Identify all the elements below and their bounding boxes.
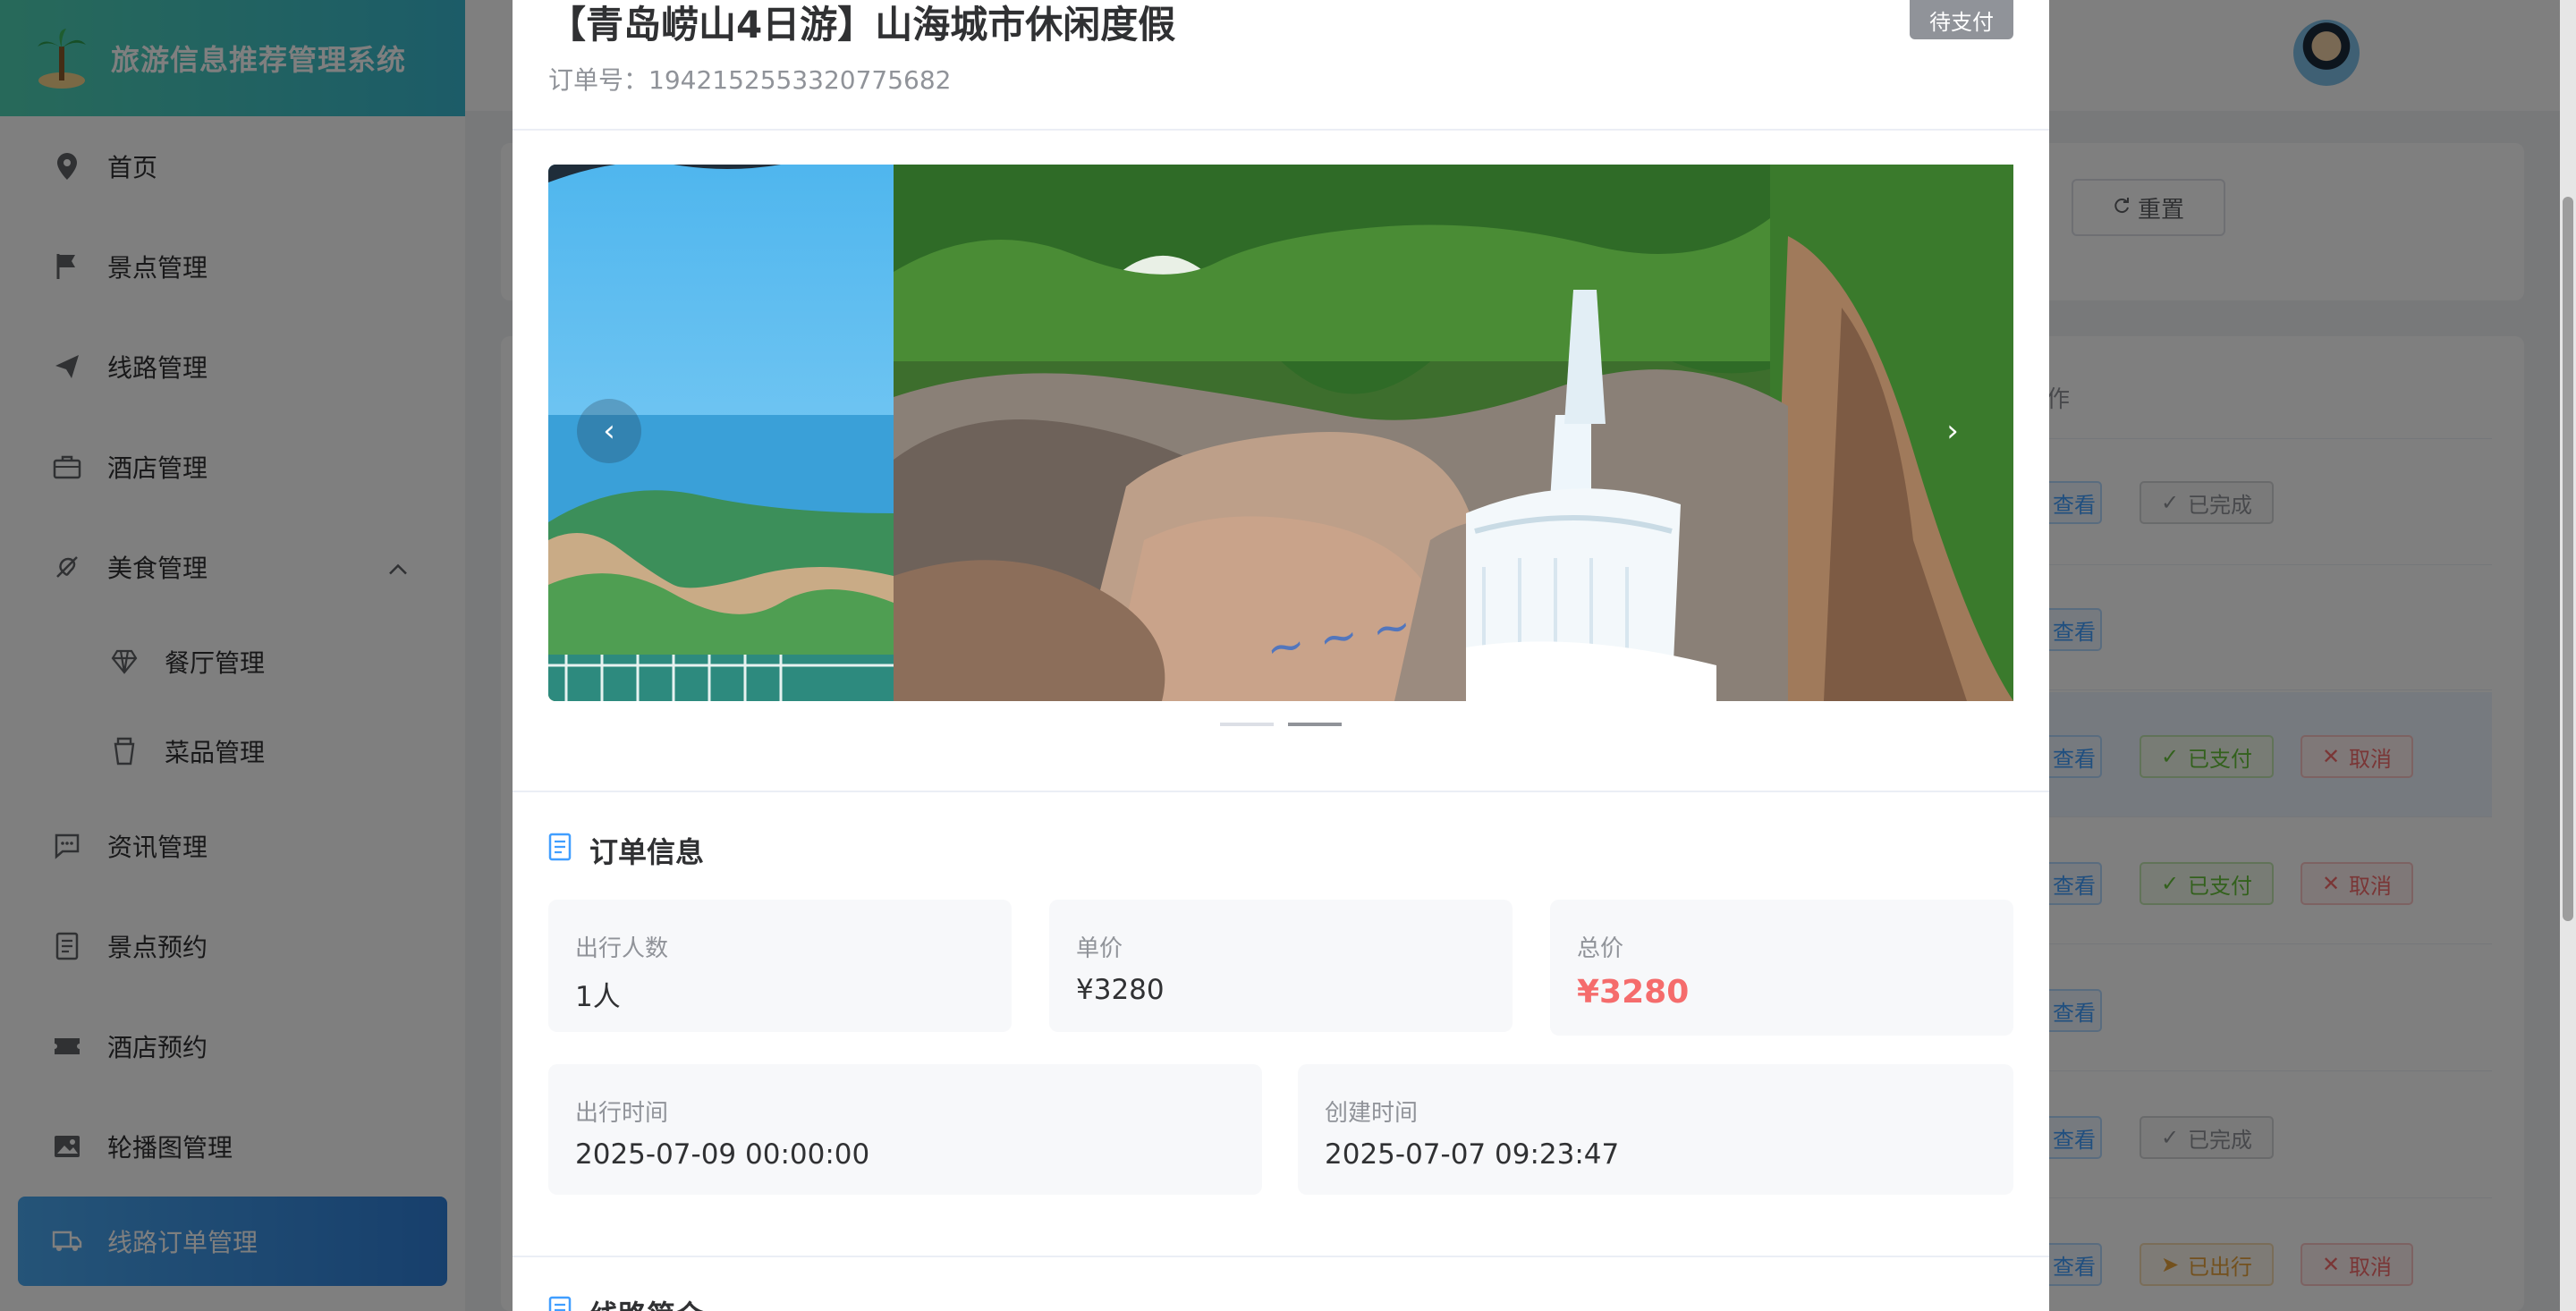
scrollbar-thumb[interactable] <box>2563 197 2573 921</box>
document-icon <box>548 1296 572 1311</box>
carousel-indicator-active[interactable] <box>1288 723 1342 726</box>
dialog-title: 【青岛崂山4日游】山海城市休闲度假 <box>548 3 1176 47</box>
carousel-indicators <box>1220 723 1342 726</box>
info-label: 出行时间 <box>575 1100 669 1127</box>
info-label: 出行人数 <box>575 935 669 962</box>
travel-time-value: 2025-07-09 00:00:00 <box>575 1138 870 1171</box>
total-price-box: 总价 ¥3280 <box>1550 900 2013 1036</box>
route-intro-title: 线路简介 <box>548 1293 704 1311</box>
carousel-prev-button[interactable]: ‹ <box>577 399 641 463</box>
page-scrollbar[interactable] <box>2560 0 2576 1311</box>
dialog-header: 【青岛崂山4日游】山海城市休闲度假 订单号：194215255332077568… <box>513 0 2049 131</box>
people-count-box: 出行人数 1人 <box>548 900 1012 1032</box>
chevron-left-icon: ‹ <box>603 413 615 449</box>
unit-price-value: ¥3280 <box>1076 974 1165 1006</box>
image-carousel: ~ ~ ~ ‹ › <box>548 165 2013 701</box>
order-number: 订单号：1942152553320775682 <box>548 65 952 95</box>
carousel-slide-active[interactable]: ~ ~ ~ <box>894 165 2013 701</box>
total-price-value: ¥3280 <box>1577 974 1690 1011</box>
order-detail-dialog: 【青岛崂山4日游】山海城市休闲度假 订单号：194215255332077568… <box>513 0 2049 1311</box>
info-label: 总价 <box>1577 935 1624 962</box>
info-label: 创建时间 <box>1325 1100 1419 1127</box>
created-time-value: 2025-07-07 09:23:47 <box>1325 1138 1620 1171</box>
section-divider <box>513 791 2049 792</box>
chevron-right-icon: › <box>1946 413 1959 449</box>
document-icon <box>548 833 572 868</box>
unit-price-box: 单价 ¥3280 <box>1049 900 1513 1032</box>
created-time-box: 创建时间 2025-07-07 09:23:47 <box>1298 1064 2013 1195</box>
order-info-title: 订单信息 <box>548 830 704 871</box>
info-label: 单价 <box>1076 935 1123 962</box>
people-count-value: 1人 <box>575 981 621 1013</box>
carousel-indicator[interactable] <box>1220 723 1274 726</box>
carousel-next-button[interactable]: › <box>1920 399 1985 463</box>
travel-time-box: 出行时间 2025-07-09 00:00:00 <box>548 1064 1262 1195</box>
status-badge: 待支付 <box>1910 0 2013 39</box>
section-divider <box>513 1256 2049 1257</box>
